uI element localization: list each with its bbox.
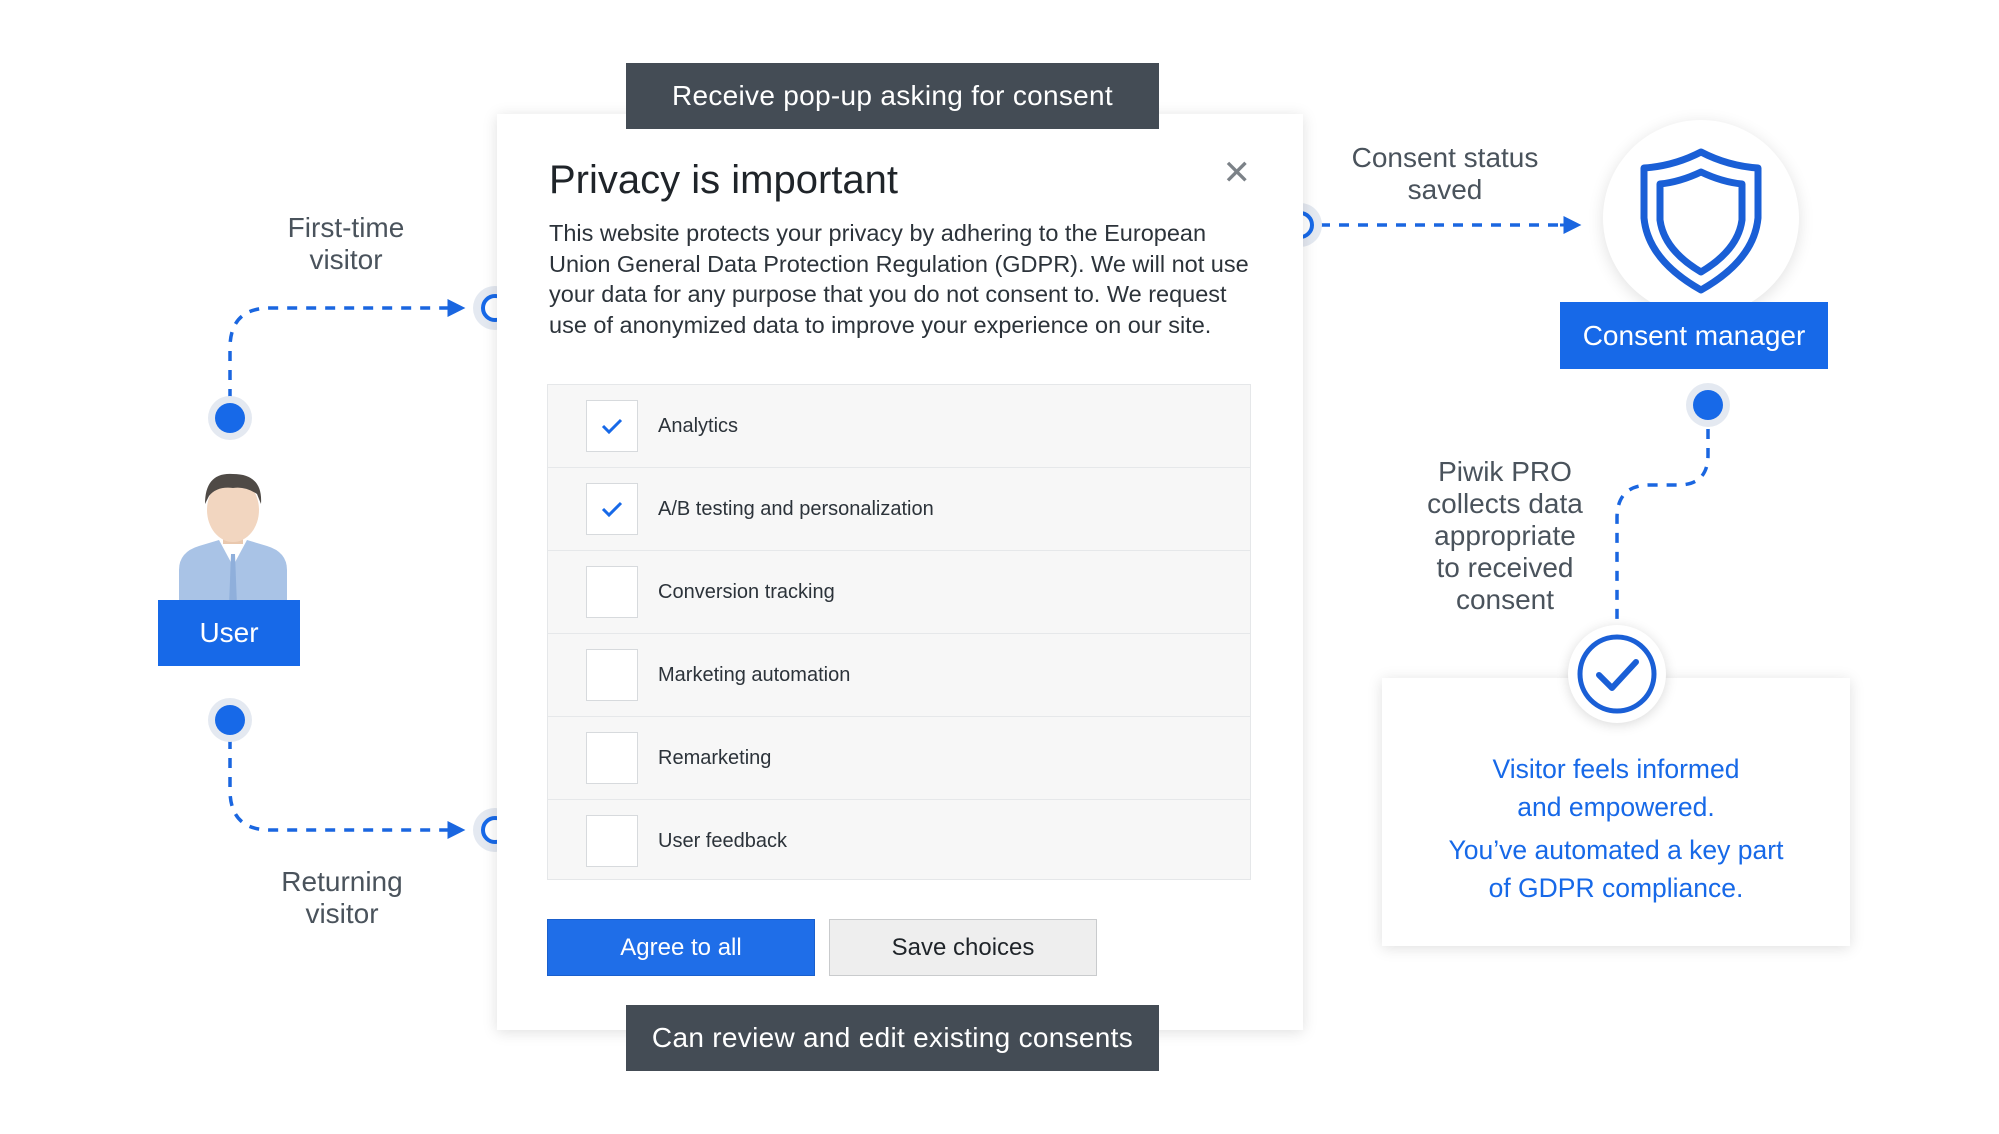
first-time-connector — [228, 306, 452, 418]
collects-connector — [1615, 410, 1710, 625]
result-line: Visitor feels informed — [1492, 754, 1740, 784]
bottom-banner: Can review and edit existing consents — [626, 1005, 1159, 1071]
option-row-feedback[interactable]: User feedback — [548, 800, 1250, 882]
returning-visitor-label: Returning visitor — [281, 866, 403, 929]
option-row-marketing[interactable]: Marketing automation — [548, 634, 1250, 717]
shield-icon — [1640, 148, 1762, 294]
option-row-remarketing[interactable]: Remarketing — [548, 717, 1250, 800]
checkbox-ab-testing[interactable] — [586, 483, 638, 535]
checkbox-remarketing[interactable] — [586, 732, 638, 784]
checkbox-conversion[interactable] — [586, 566, 638, 618]
dialog-title: Privacy is important — [549, 158, 898, 202]
top-banner: Receive pop-up asking for consent — [626, 63, 1159, 129]
option-label: Analytics — [658, 414, 739, 437]
checkbox-feedback[interactable] — [586, 815, 638, 867]
agree-to-all-button[interactable]: Agree to all — [547, 919, 815, 976]
checkmark-circle — [1568, 625, 1666, 723]
checkbox-marketing[interactable] — [586, 649, 638, 701]
checkmark-circle-icon — [1577, 634, 1657, 714]
dialog-body: This website protects your privacy by ad… — [549, 220, 1249, 338]
checkbox-check-icon — [601, 501, 623, 518]
returning-connector — [228, 720, 452, 832]
node-dot-user-top — [208, 396, 252, 440]
result-line: You’ve automated a key part — [1448, 835, 1784, 865]
option-row-ab-testing[interactable]: A/B testing and personalization — [548, 468, 1250, 551]
close-icon[interactable]: ✕ — [1223, 156, 1252, 190]
option-label: A/B testing and personalization — [658, 497, 934, 520]
option-label: Remarketing — [658, 746, 772, 769]
node-dot-user-bottom — [208, 698, 252, 742]
node-dot-manager — [1686, 383, 1730, 427]
first-time-visitor-label: First-time visitor — [287, 212, 405, 275]
checkbox-check-icon — [601, 418, 623, 435]
collects-data-label: Piwik PRO collects data appropriate to r… — [1427, 456, 1583, 615]
consent-status-label: Consent status saved — [1351, 142, 1539, 205]
checkbox-analytics[interactable] — [586, 400, 638, 452]
option-row-analytics[interactable]: Analytics — [548, 385, 1250, 468]
option-label: Conversion tracking — [658, 580, 835, 603]
option-label: User feedback — [658, 829, 787, 852]
option-label: Marketing automation — [658, 663, 851, 686]
consent-dialog: Privacy is important ✕ This website prot… — [497, 114, 1303, 1030]
save-choices-button[interactable]: Save choices — [829, 919, 1097, 976]
user-label-box: User — [158, 600, 300, 666]
consent-manager-box: Consent manager — [1560, 302, 1828, 369]
result-line: of GDPR compliance. — [1488, 873, 1744, 903]
user-avatar-icon — [179, 473, 287, 606]
consent-options-list: Analytics A/B testing and personalizatio… — [547, 384, 1251, 880]
option-row-conversion[interactable]: Conversion tracking — [548, 551, 1250, 634]
result-line: and empowered. — [1517, 792, 1715, 822]
